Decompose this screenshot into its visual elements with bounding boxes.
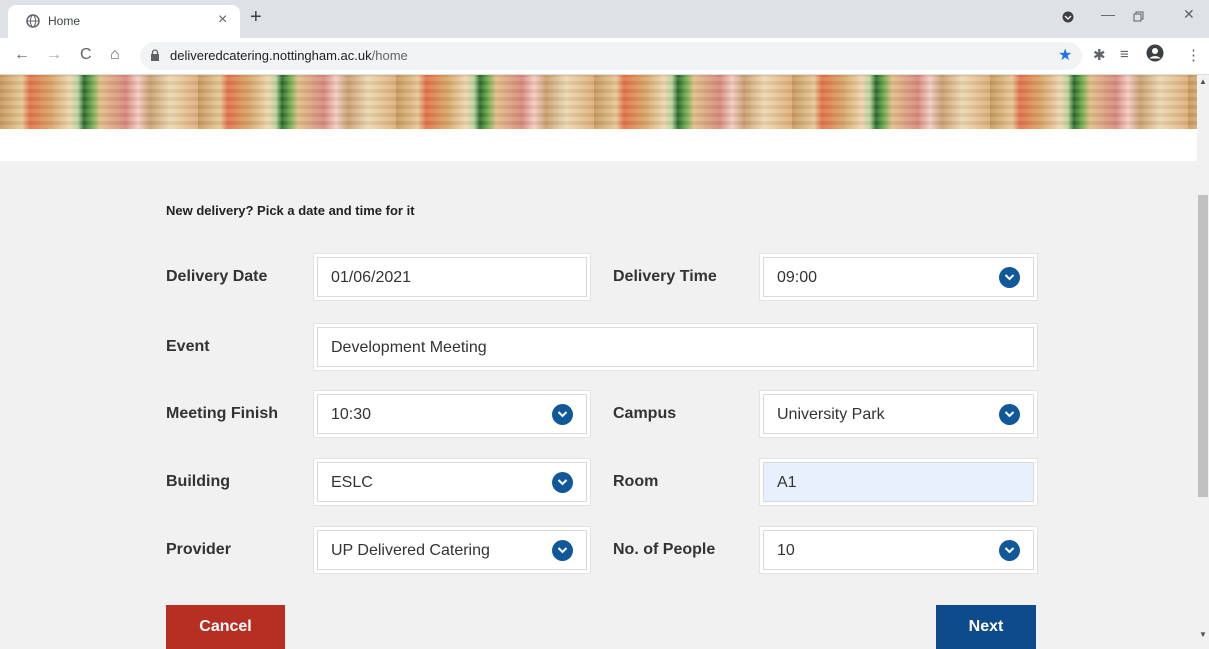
delivery-time-select[interactable]: 09:00 [763, 257, 1034, 297]
tab-title: Home [48, 14, 81, 28]
event-value: Development Meeting [331, 339, 487, 356]
restore-icon[interactable] [1133, 9, 1144, 25]
forward-arrow-icon[interactable]: → [46, 46, 62, 64]
room-input[interactable]: A1 [763, 462, 1034, 502]
delivery-time-value: 09:00 [777, 269, 818, 286]
chevron-down-icon [999, 404, 1020, 425]
profile-indicator-icon[interactable] [1062, 10, 1074, 26]
scroll-thumb[interactable] [1198, 195, 1208, 497]
minimize-icon[interactable]: — [1101, 6, 1115, 22]
close-window-icon[interactable]: ✕ [1183, 6, 1195, 23]
lock-icon [151, 49, 159, 61]
provider-label: Provider [166, 541, 231, 558]
back-arrow-icon[interactable]: ← [14, 46, 30, 64]
address-bar[interactable]: deliveredcatering.nottingham.ac.uk/home [140, 42, 1082, 70]
bookmark-star-icon[interactable]: ★ [1058, 45, 1072, 65]
menu-kebab-icon[interactable]: ⋮ [1186, 46, 1201, 64]
chevron-down-icon [552, 472, 573, 493]
extensions-icon[interactable]: ✱ [1093, 46, 1106, 64]
chevron-down-icon [552, 540, 573, 561]
building-select[interactable]: ESLC [317, 462, 587, 502]
meeting-finish-select[interactable]: 10:30 [317, 394, 587, 434]
room-label: Room [613, 473, 659, 490]
next-button[interactable]: Next [936, 605, 1036, 649]
new-tab-icon[interactable]: + [250, 6, 262, 29]
cancel-button[interactable]: Cancel [166, 605, 285, 649]
scroll-up-icon[interactable]: ▲ [1199, 77, 1207, 86]
meeting-finish-label: Meeting Finish [166, 405, 278, 422]
provider-select[interactable]: UP Delivered Catering [317, 530, 587, 570]
chevron-down-icon [552, 404, 573, 425]
people-value: 10 [777, 542, 795, 559]
chevron-down-icon [999, 540, 1020, 561]
media-queue-icon[interactable]: ≡ [1120, 46, 1129, 63]
event-label: Event [166, 338, 210, 355]
campus-select[interactable]: University Park [763, 394, 1034, 434]
campus-label: Campus [613, 405, 677, 422]
banner-spacer [0, 129, 1197, 161]
building-value: ESLC [331, 474, 373, 491]
people-label: No. of People [613, 541, 716, 558]
delivery-date-value: 01/06/2021 [331, 269, 412, 286]
browser-toolbar: ← → C ⌂ deliveredcatering.nottingham.ac.… [0, 38, 1209, 75]
campus-value: University Park [777, 406, 885, 423]
form-heading: New delivery? Pick a date and time for i… [166, 203, 415, 218]
people-select[interactable]: 10 [763, 530, 1034, 570]
delivery-time-label: Delivery Time [613, 268, 717, 285]
event-input[interactable]: Development Meeting [317, 327, 1034, 367]
home-icon[interactable]: ⌂ [110, 46, 120, 64]
sandwich-banner-image [0, 75, 1197, 129]
page-scrollbar[interactable]: ▲ ▼ [1197, 75, 1209, 642]
delivery-date-label: Delivery Date [166, 268, 268, 285]
url-text: deliveredcatering.nottingham.ac.uk/home [170, 48, 408, 63]
room-value: A1 [777, 474, 797, 491]
reload-icon[interactable]: C [80, 46, 92, 64]
chevron-down-icon [999, 267, 1020, 288]
account-icon[interactable] [1146, 44, 1164, 66]
browser-tab[interactable]: Home × [8, 5, 240, 38]
close-tab-icon[interactable]: × [218, 11, 227, 29]
building-label: Building [166, 473, 230, 490]
tab-bar: Home × + — ✕ [0, 0, 1209, 38]
delivery-date-input[interactable]: 01/06/2021 [317, 257, 587, 297]
provider-value: UP Delivered Catering [331, 542, 490, 559]
globe-icon [26, 14, 40, 28]
scroll-down-icon[interactable]: ▼ [1199, 630, 1207, 639]
meeting-finish-value: 10:30 [331, 406, 372, 423]
